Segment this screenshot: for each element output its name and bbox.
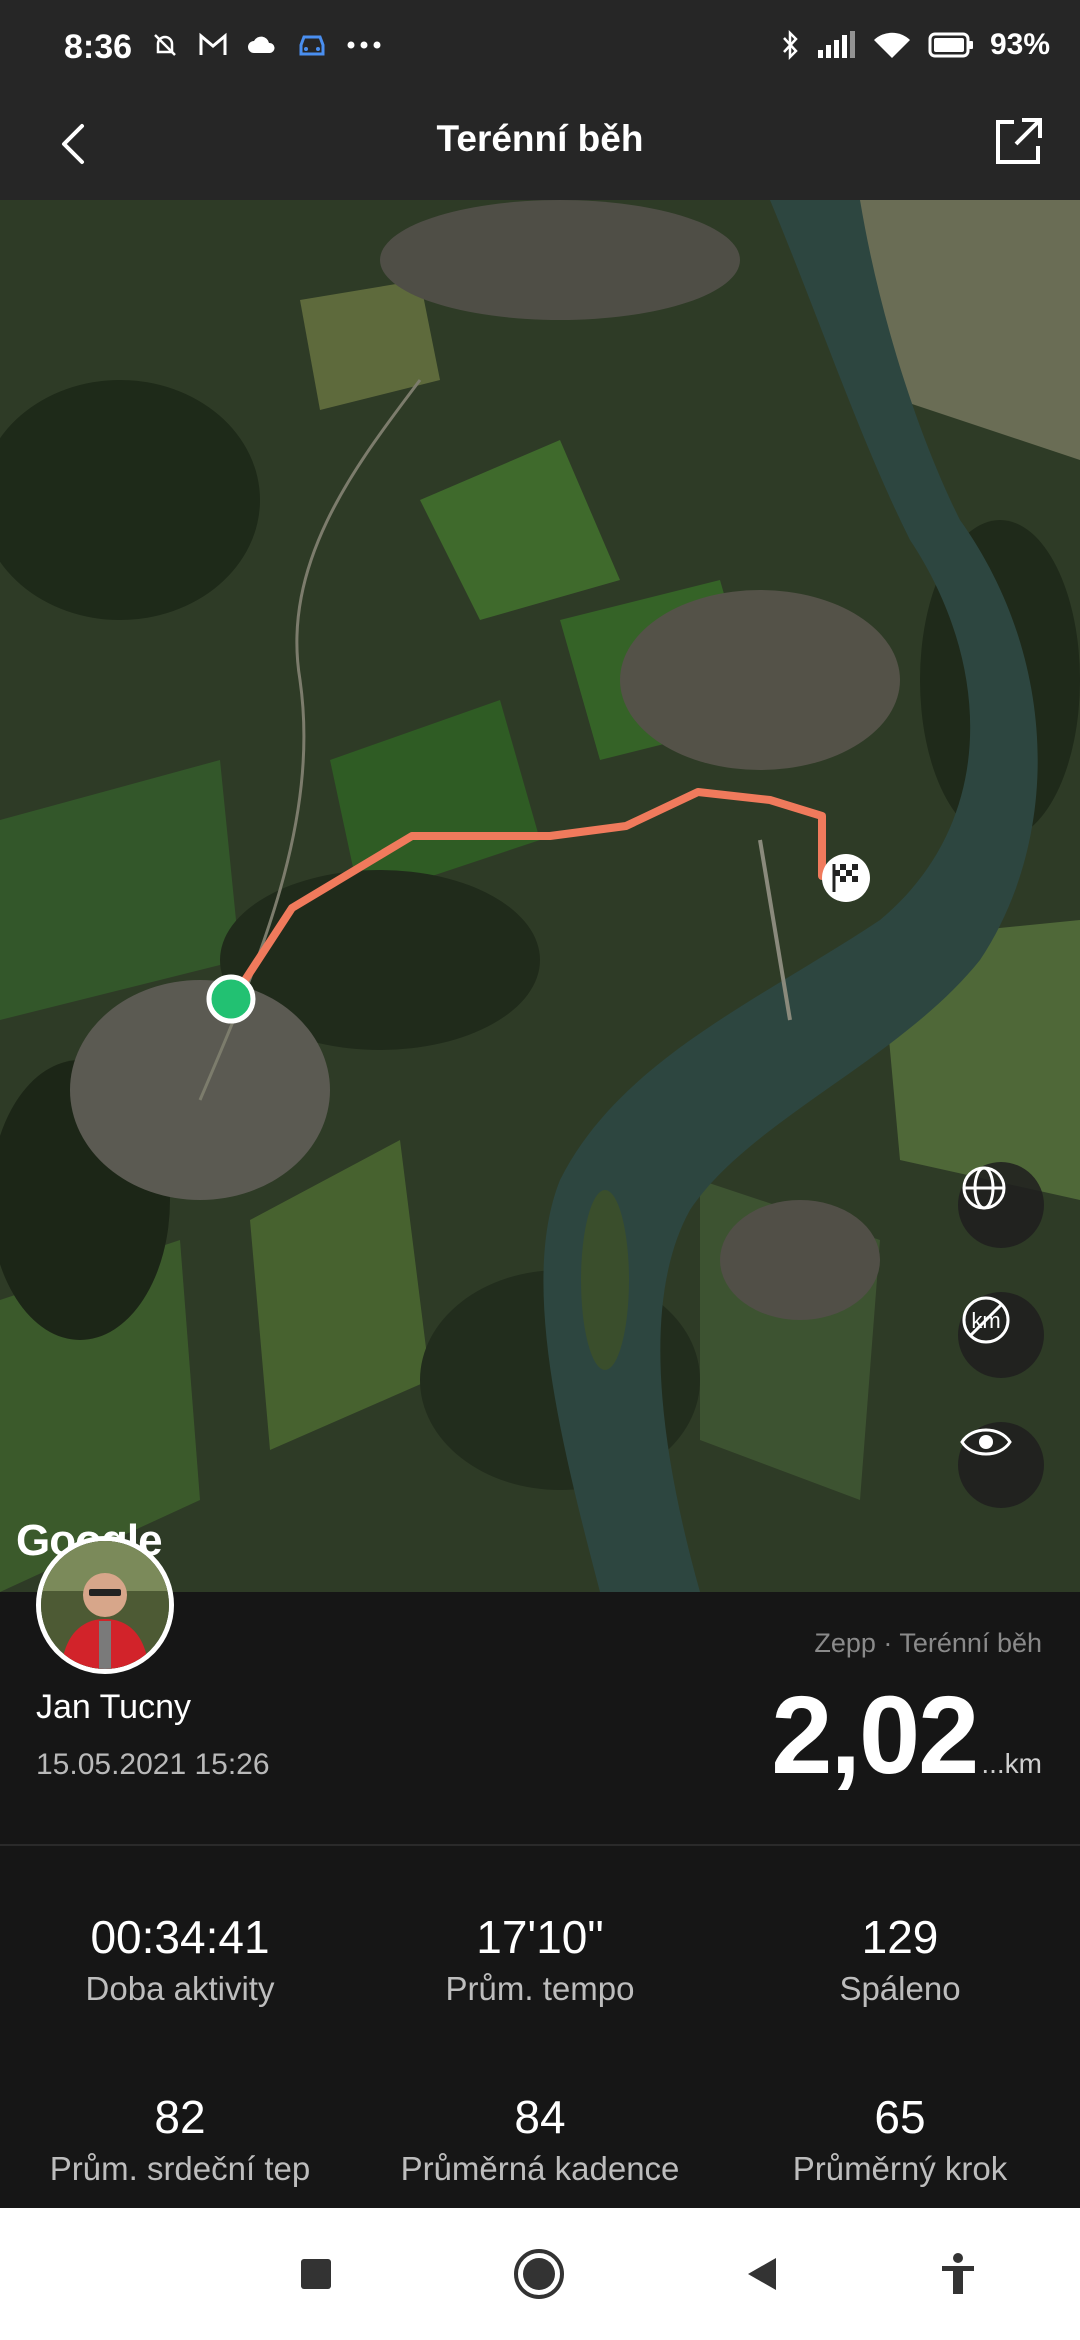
stat-label: Průměrná kadence — [400, 2150, 680, 2187]
stat-value: 129 — [861, 1911, 939, 1963]
globe-icon — [962, 1166, 1006, 1210]
stat-value: 82 — [154, 2091, 206, 2143]
cloud-icon — [248, 36, 275, 53]
back-icon — [748, 2258, 776, 2290]
nav-back-button[interactable] — [732, 2244, 792, 2304]
share-icon — [996, 118, 1042, 164]
distance-summary: 2,02 ...km — [771, 1672, 1042, 1799]
recents-button[interactable] — [286, 2244, 346, 2304]
distance-unit: ...km — [981, 1748, 1042, 1779]
profile-name: Jan Tucny — [36, 1688, 191, 1726]
share-button[interactable] — [986, 110, 1050, 174]
km-markers-toggle[interactable]: km — [958, 1292, 1044, 1378]
stat-label: Prům. tempo — [445, 1970, 635, 2007]
home-icon — [514, 2249, 564, 2299]
status-icons-right: 93% — [780, 28, 1050, 62]
km-off-icon: km — [962, 1296, 1010, 1344]
page-title: Terénní běh — [436, 118, 644, 159]
activity-source: Zepp · Terénní běh — [814, 1628, 1042, 1658]
stat-value: 17'10" — [476, 1911, 604, 1963]
eye-icon — [960, 1428, 1012, 1456]
map-type-button[interactable] — [958, 1162, 1044, 1248]
mute-icon — [154, 34, 176, 56]
stat-label: Doba aktivity — [85, 1970, 275, 2007]
stat-label: Prům. srdeční tep — [49, 2150, 311, 2187]
divider — [0, 1844, 1080, 1846]
route-path — [206, 788, 870, 1024]
avatar[interactable] — [36, 1536, 174, 1674]
activity-date: 15.05.2021 15:26 — [36, 1748, 270, 1781]
distance-value: 2,02 — [771, 1674, 979, 1797]
stat-duration: 00:34:41 Doba aktivity — [0, 1910, 360, 2008]
system-nav-bar — [0, 2208, 1080, 2340]
battery-percent: 93% — [989, 28, 1050, 61]
route-map[interactable]: km Google — [0, 200, 1080, 1592]
stat-value: 00:34:41 — [90, 1911, 270, 1963]
view-toggle-button[interactable] — [958, 1422, 1044, 1508]
stat-value: 65 — [874, 2091, 926, 2143]
accessibility-button[interactable] — [928, 2244, 988, 2304]
stat-calories: 129 Spáleno — [720, 1910, 1080, 2008]
stat-value: 84 — [514, 2091, 566, 2143]
status-bar: 8:36 93% — [0, 0, 1080, 94]
start-marker — [206, 974, 256, 1024]
stat-pace: 17'10" Prům. tempo — [360, 1910, 720, 2008]
finish-flag-icon — [822, 854, 870, 902]
signal-icon — [817, 31, 855, 58]
more-icon — [347, 41, 381, 49]
status-icons-left — [150, 30, 382, 60]
gmail-icon — [199, 32, 227, 55]
status-time: 8:36 — [64, 28, 133, 66]
app-bar: Terénní běh — [0, 94, 1080, 200]
profile-photo — [41, 1541, 169, 1669]
accessibility-icon — [942, 2253, 974, 2294]
wifi-icon — [873, 32, 910, 58]
home-button[interactable] — [509, 2244, 569, 2304]
battery-icon — [928, 32, 973, 58]
stat-stride: 65 Průměrný krok — [720, 2090, 1080, 2188]
recents-icon — [301, 2259, 331, 2289]
stat-label: Průměrný krok — [792, 2150, 1008, 2187]
stat-label: Spáleno — [839, 1970, 961, 2007]
car-icon — [299, 35, 325, 56]
bluetooth-icon — [783, 29, 798, 61]
stat-cadence: 84 Průměrná kadence — [360, 2090, 720, 2188]
stat-heart-rate: 82 Prům. srdeční tep — [0, 2090, 360, 2188]
